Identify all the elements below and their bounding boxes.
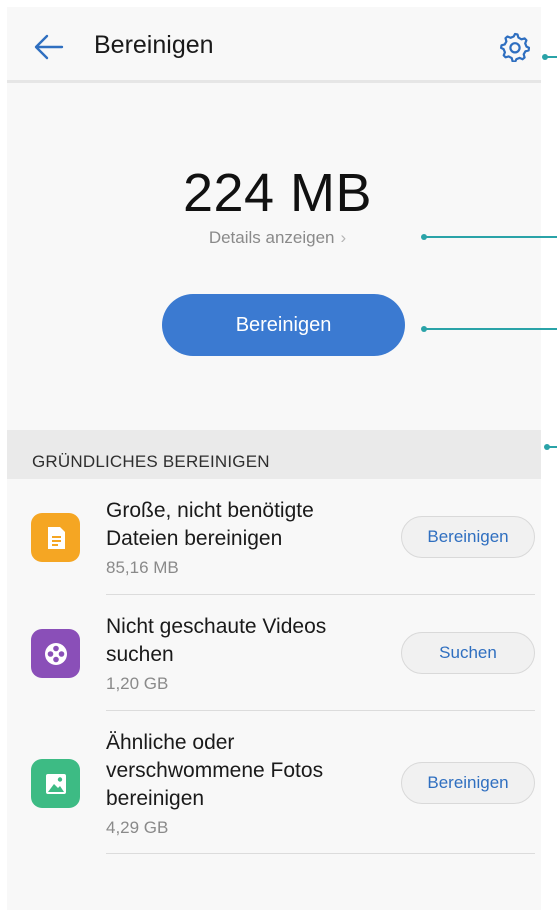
details-link[interactable]: Details anzeigen › xyxy=(0,228,555,248)
settings-button[interactable] xyxy=(497,29,533,65)
arrow-left-icon xyxy=(34,34,64,60)
chevron-right-icon: › xyxy=(340,228,347,247)
item-title-line: bereinigen xyxy=(106,787,205,810)
details-label: Details anzeigen xyxy=(208,228,335,247)
item-title-line: suchen xyxy=(106,643,174,666)
document-icon xyxy=(31,513,80,562)
item-action-button[interactable]: Suchen xyxy=(401,632,535,674)
item-text: Ähnliche oder verschwommene Fotos berein… xyxy=(106,729,323,838)
item-title-line: verschwommene Fotos xyxy=(106,759,324,782)
list-item: Große, nicht benötigte Dateien bereinige… xyxy=(7,479,541,595)
app-bar: Bereinigen xyxy=(7,7,541,83)
item-text: Große, nicht benötigte Dateien bereinige… xyxy=(106,497,314,578)
section-header: GRÜNDLICHES BEREINIGEN xyxy=(7,430,541,479)
list-item: Nicht geschaute Videos suchen 1,20 GB Su… xyxy=(7,595,541,711)
item-size: 4,29 GB xyxy=(106,818,169,837)
item-title-line: Nicht geschaute Videos xyxy=(106,615,327,638)
item-action-button[interactable]: Bereinigen xyxy=(401,762,535,804)
clean-button[interactable]: Bereinigen xyxy=(162,294,405,356)
item-title-line: Große, nicht benötigte xyxy=(106,499,314,522)
callout-line-section xyxy=(544,444,557,450)
item-action-button[interactable]: Bereinigen xyxy=(401,516,535,558)
item-text: Nicht geschaute Videos suchen 1,20 GB xyxy=(106,613,326,694)
back-button[interactable] xyxy=(31,29,67,65)
callout-line-settings xyxy=(542,54,557,60)
item-title-line: Dateien bereinigen xyxy=(106,527,283,550)
item-size: 85,16 MB xyxy=(106,558,179,577)
item-size: 1,20 GB xyxy=(106,674,169,693)
section-title: GRÜNDLICHES BEREINIGEN xyxy=(32,452,270,471)
list-item: Ähnliche oder verschwommene Fotos berein… xyxy=(7,711,541,854)
junk-size: 224 MB xyxy=(182,163,373,223)
divider xyxy=(106,853,535,854)
page-title: Bereinigen xyxy=(94,31,214,59)
film-reel-icon xyxy=(31,629,80,678)
image-icon xyxy=(31,759,80,808)
gear-icon xyxy=(500,32,530,62)
callout-line-clean xyxy=(421,326,557,332)
item-title-line: Ähnliche oder xyxy=(106,731,235,754)
